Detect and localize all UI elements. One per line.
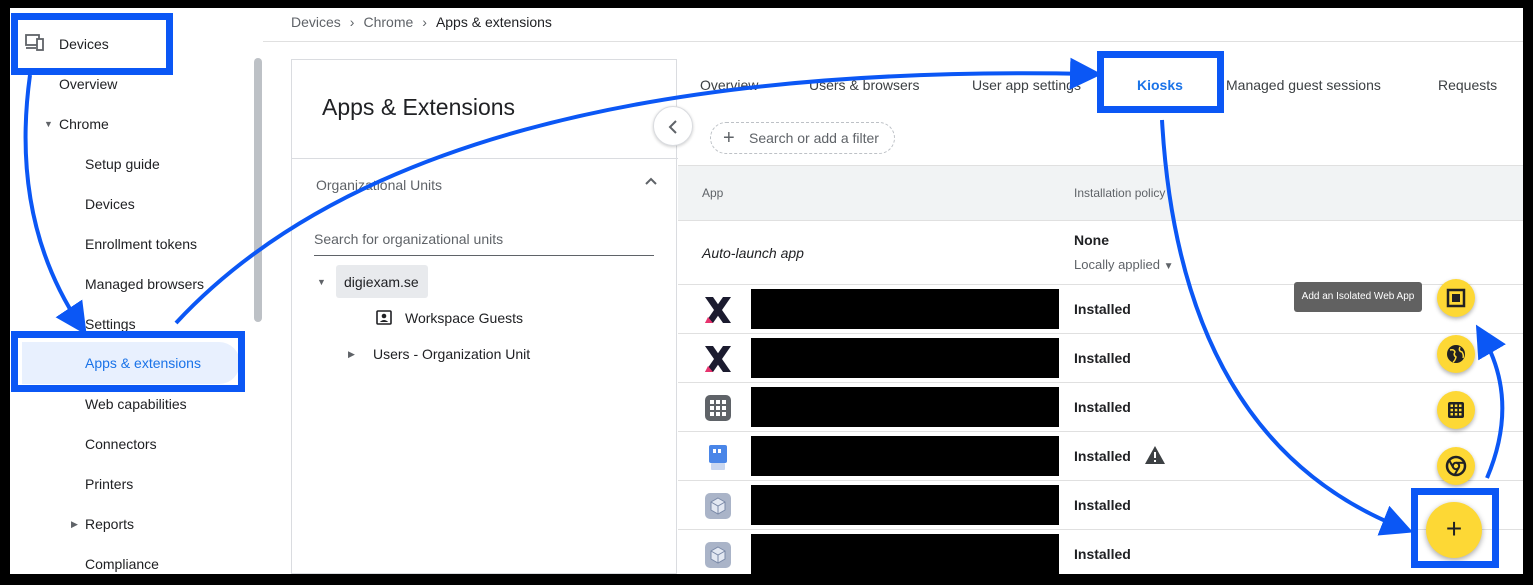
header-divider — [263, 41, 1523, 42]
installation-status: Installed — [1074, 399, 1131, 415]
x-logo-icon — [705, 346, 731, 372]
table-row[interactable]: Installed — [678, 383, 1523, 432]
cube-app-icon — [705, 493, 731, 519]
auto-launch-row[interactable]: Auto-launch app None Locally applied ▼ — [678, 221, 1523, 285]
installation-status: Installed — [1074, 350, 1131, 366]
nav-web-capabilities[interactable]: Web capabilities — [85, 392, 187, 416]
chevron-up-icon[interactable] — [644, 174, 658, 188]
admin-console-window: Devices Overview ▼ Chrome Setup guide De… — [10, 8, 1523, 574]
tab-managed-guest-sessions[interactable]: Managed guest sessions — [1226, 77, 1381, 93]
redacted-app-name — [751, 485, 1059, 525]
filter-chip[interactable]: + Search or add a filter — [710, 122, 895, 154]
globe-icon — [1447, 345, 1465, 363]
chevron-right-icon[interactable]: ▶ — [71, 519, 78, 530]
installation-status: Installed — [1074, 301, 1131, 317]
divider — [292, 158, 678, 159]
chat-app-icon — [709, 445, 727, 470]
auto-launch-source-label: Locally applied — [1074, 257, 1161, 272]
redacted-app-name — [751, 534, 1059, 574]
redacted-app-name — [751, 289, 1059, 329]
caret-down-icon: ▼ — [1163, 261, 1174, 272]
tree-item-users-ou[interactable]: Users - Organization Unit — [373, 346, 530, 362]
add-web-app-button[interactable] — [1437, 335, 1475, 373]
chrome-icon — [1445, 455, 1467, 477]
chevron-right-icon[interactable]: ▶ — [348, 349, 355, 360]
page-title: Apps & Extensions — [322, 94, 516, 120]
breadcrumb-current: Apps & extensions — [435, 14, 552, 30]
breadcrumb-chrome[interactable]: Chrome — [363, 14, 413, 30]
chevron-right-icon: › — [422, 14, 427, 30]
collapse-panel-button[interactable] — [653, 106, 693, 146]
redacted-app-name — [751, 436, 1059, 476]
fab-tooltip: Add an Isolated Web App — [1294, 282, 1422, 312]
tab-overview[interactable]: Overview — [700, 77, 758, 93]
plus-icon: + — [723, 127, 735, 149]
warning-icon[interactable] — [1144, 445, 1166, 465]
breadcrumb-devices[interactable]: Devices — [291, 14, 341, 30]
nav-compliance[interactable]: Compliance — [85, 552, 159, 574]
add-app-fab[interactable]: + — [1426, 502, 1482, 558]
chevron-right-icon: › — [349, 14, 355, 30]
table-row[interactable]: Installed — [678, 432, 1523, 481]
devices-icon — [25, 34, 44, 51]
ou-panel: Apps & Extensions Organizational Units S… — [291, 59, 678, 574]
installation-status: Installed — [1074, 448, 1131, 464]
tree-item-workspace-guests[interactable]: Workspace Guests — [405, 310, 523, 326]
redacted-app-name — [751, 387, 1059, 427]
installation-status: Installed — [1074, 546, 1131, 562]
x-logo-icon — [705, 297, 731, 323]
add-chrome-app-button[interactable] — [1437, 447, 1475, 485]
nav-reports[interactable]: Reports — [85, 512, 134, 536]
table-header: App Installation policy — [678, 165, 1523, 221]
nav-devices-sub[interactable]: Devices — [85, 192, 135, 216]
add-android-app-button[interactable] — [1437, 391, 1475, 429]
nav-settings[interactable]: Settings — [85, 312, 136, 336]
nav-setup-guide[interactable]: Setup guide — [85, 152, 160, 176]
nav-apps-extensions[interactable]: Apps & extensions — [22, 342, 240, 384]
chevron-left-icon — [668, 120, 677, 134]
active-tab-indicator — [1118, 106, 1218, 109]
auto-launch-label: Auto-launch app — [702, 245, 804, 261]
tab-users-browsers[interactable]: Users & browsers — [809, 77, 919, 93]
nav-connectors[interactable]: Connectors — [85, 432, 157, 456]
nav-chrome[interactable]: Chrome — [59, 112, 109, 136]
auto-launch-source[interactable]: Locally applied ▼ — [1074, 257, 1174, 272]
breadcrumb: Devices › Chrome › Apps & extensions — [291, 14, 552, 30]
grid-icon — [1448, 402, 1464, 418]
nav-enrollment-tokens[interactable]: Enrollment tokens — [85, 232, 197, 256]
tab-user-app-settings[interactable]: User app settings — [972, 77, 1081, 93]
filter-label: Search or add a filter — [749, 130, 879, 146]
nav-managed-browsers[interactable]: Managed browsers — [85, 272, 204, 296]
nav-overview[interactable]: Overview — [59, 72, 117, 96]
auto-launch-value: None — [1074, 232, 1109, 248]
cube-app-icon — [705, 542, 731, 568]
isolated-web-app-icon — [1446, 288, 1466, 308]
grid-app-icon — [705, 395, 731, 421]
table-row[interactable]: Installed — [678, 481, 1523, 530]
guest-account-icon — [376, 310, 392, 325]
ou-search-input[interactable]: Search for organizational units — [314, 222, 654, 256]
column-header-app[interactable]: App — [702, 186, 723, 200]
column-header-installation-policy[interactable]: Installation policy — [1074, 186, 1165, 200]
tree-item-digiexam[interactable]: digiexam.se — [344, 274, 419, 290]
left-nav: Devices Overview ▼ Chrome Setup guide De… — [10, 8, 273, 574]
table-row[interactable]: Installed — [678, 530, 1523, 574]
table-row[interactable]: Installed — [678, 334, 1523, 383]
chevron-down-icon[interactable]: ▼ — [44, 119, 53, 129]
redacted-app-name — [751, 338, 1059, 378]
nav-scrollbar[interactable] — [254, 58, 262, 322]
plus-icon: + — [1445, 513, 1463, 544]
installation-status: Installed — [1074, 497, 1131, 513]
tab-bar: Overview Users & browsers User app setti… — [678, 59, 1523, 109]
ou-label: Organizational Units — [316, 177, 443, 193]
tab-kiosks[interactable]: Kiosks — [1137, 77, 1183, 93]
chevron-down-icon[interactable]: ▼ — [317, 277, 326, 287]
add-isolated-web-app-button[interactable] — [1437, 279, 1475, 317]
tab-requests[interactable]: Requests — [1438, 77, 1497, 93]
nav-printers[interactable]: Printers — [85, 472, 133, 496]
nav-devices[interactable]: Devices — [59, 32, 109, 56]
